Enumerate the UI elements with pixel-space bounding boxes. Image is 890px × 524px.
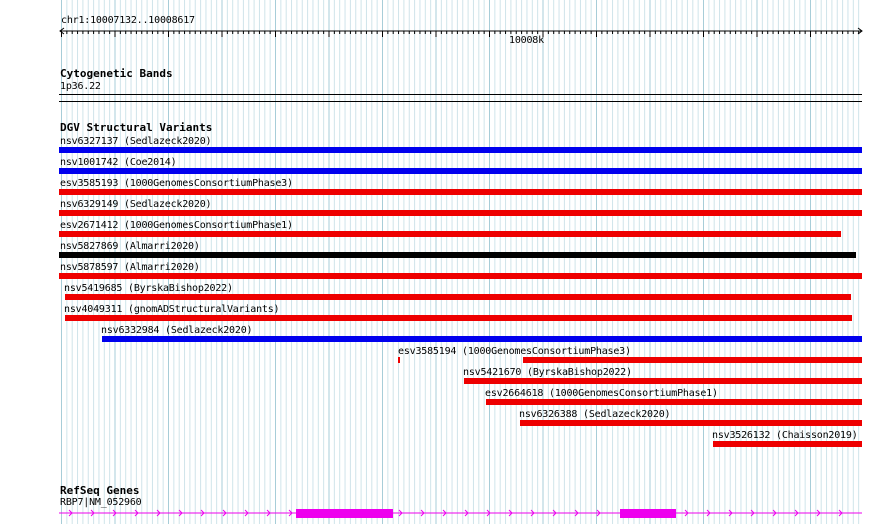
variant-bar-start-marker: [398, 357, 400, 363]
variant-bar[interactable]: [59, 210, 862, 216]
variant-label: nsv4049311 (gnomADStructuralVariants): [64, 304, 280, 315]
variant-label: nsv1001742 (Coe2014): [60, 157, 177, 168]
variant-label: nsv5827869 (Almarri2020): [60, 241, 200, 252]
variant-label: nsv6332984 (Sedlazeck2020): [101, 325, 253, 336]
cyto-band-bottom-line: [59, 101, 862, 102]
variant-label: nsv5878597 (Almarri2020): [60, 262, 200, 273]
variant-label: nsv6327137 (Sedlazeck2020): [60, 136, 212, 147]
variant-label: nsv6329149 (Sedlazeck2020): [60, 199, 212, 210]
variant-bar[interactable]: [486, 399, 862, 405]
variant-bar[interactable]: [59, 252, 856, 258]
scale-ruler: [59, 27, 863, 37]
variant-bar[interactable]: [59, 189, 862, 195]
variant-bar[interactable]: [65, 294, 851, 300]
variant-bar[interactable]: [65, 315, 852, 321]
variant-label: esv2671412 (1000GenomesConsortiumPhase1): [60, 220, 293, 231]
variant-label: nsv5419685 (ByrskaBishop2022): [64, 283, 233, 294]
cyto-track-title[interactable]: Cytogenetic Bands: [60, 68, 173, 80]
exon: [296, 509, 393, 518]
variant-bar[interactable]: [102, 336, 862, 342]
cyto-band-label: 1p36.22: [60, 81, 101, 92]
location-label: chr1:10007132..10008617: [61, 15, 195, 26]
variant-label: nsv5421670 (ByrskaBishop2022): [463, 367, 632, 378]
variant-label: nsv3526132 (Chaisson2019): [712, 430, 858, 441]
refseq-track-title[interactable]: RefSeq Genes: [60, 485, 139, 497]
variant-bar[interactable]: [520, 420, 862, 426]
gene-model[interactable]: [59, 506, 862, 520]
variant-bar[interactable]: [59, 273, 862, 279]
dgv-track-title[interactable]: DGV Structural Variants: [60, 122, 212, 134]
variant-label: nsv6326388 (Sedlazeck2020): [519, 409, 671, 420]
variant-label: esv2664618 (1000GenomesConsortiumPhase1): [485, 388, 718, 399]
variant-label: esv3585194 (1000GenomesConsortiumPhase3): [398, 346, 631, 357]
variant-bar[interactable]: [523, 357, 862, 363]
variant-label: esv3585193 (1000GenomesConsortiumPhase3): [60, 178, 293, 189]
cyto-band-top-line: [59, 94, 862, 95]
variant-bar[interactable]: [713, 441, 862, 447]
variant-bar[interactable]: [59, 231, 841, 237]
variant-bar[interactable]: [464, 378, 862, 384]
exon: [620, 509, 676, 518]
tick-label: 10008k: [509, 35, 544, 46]
variant-bar[interactable]: [59, 147, 862, 153]
variant-bar[interactable]: [59, 168, 862, 174]
